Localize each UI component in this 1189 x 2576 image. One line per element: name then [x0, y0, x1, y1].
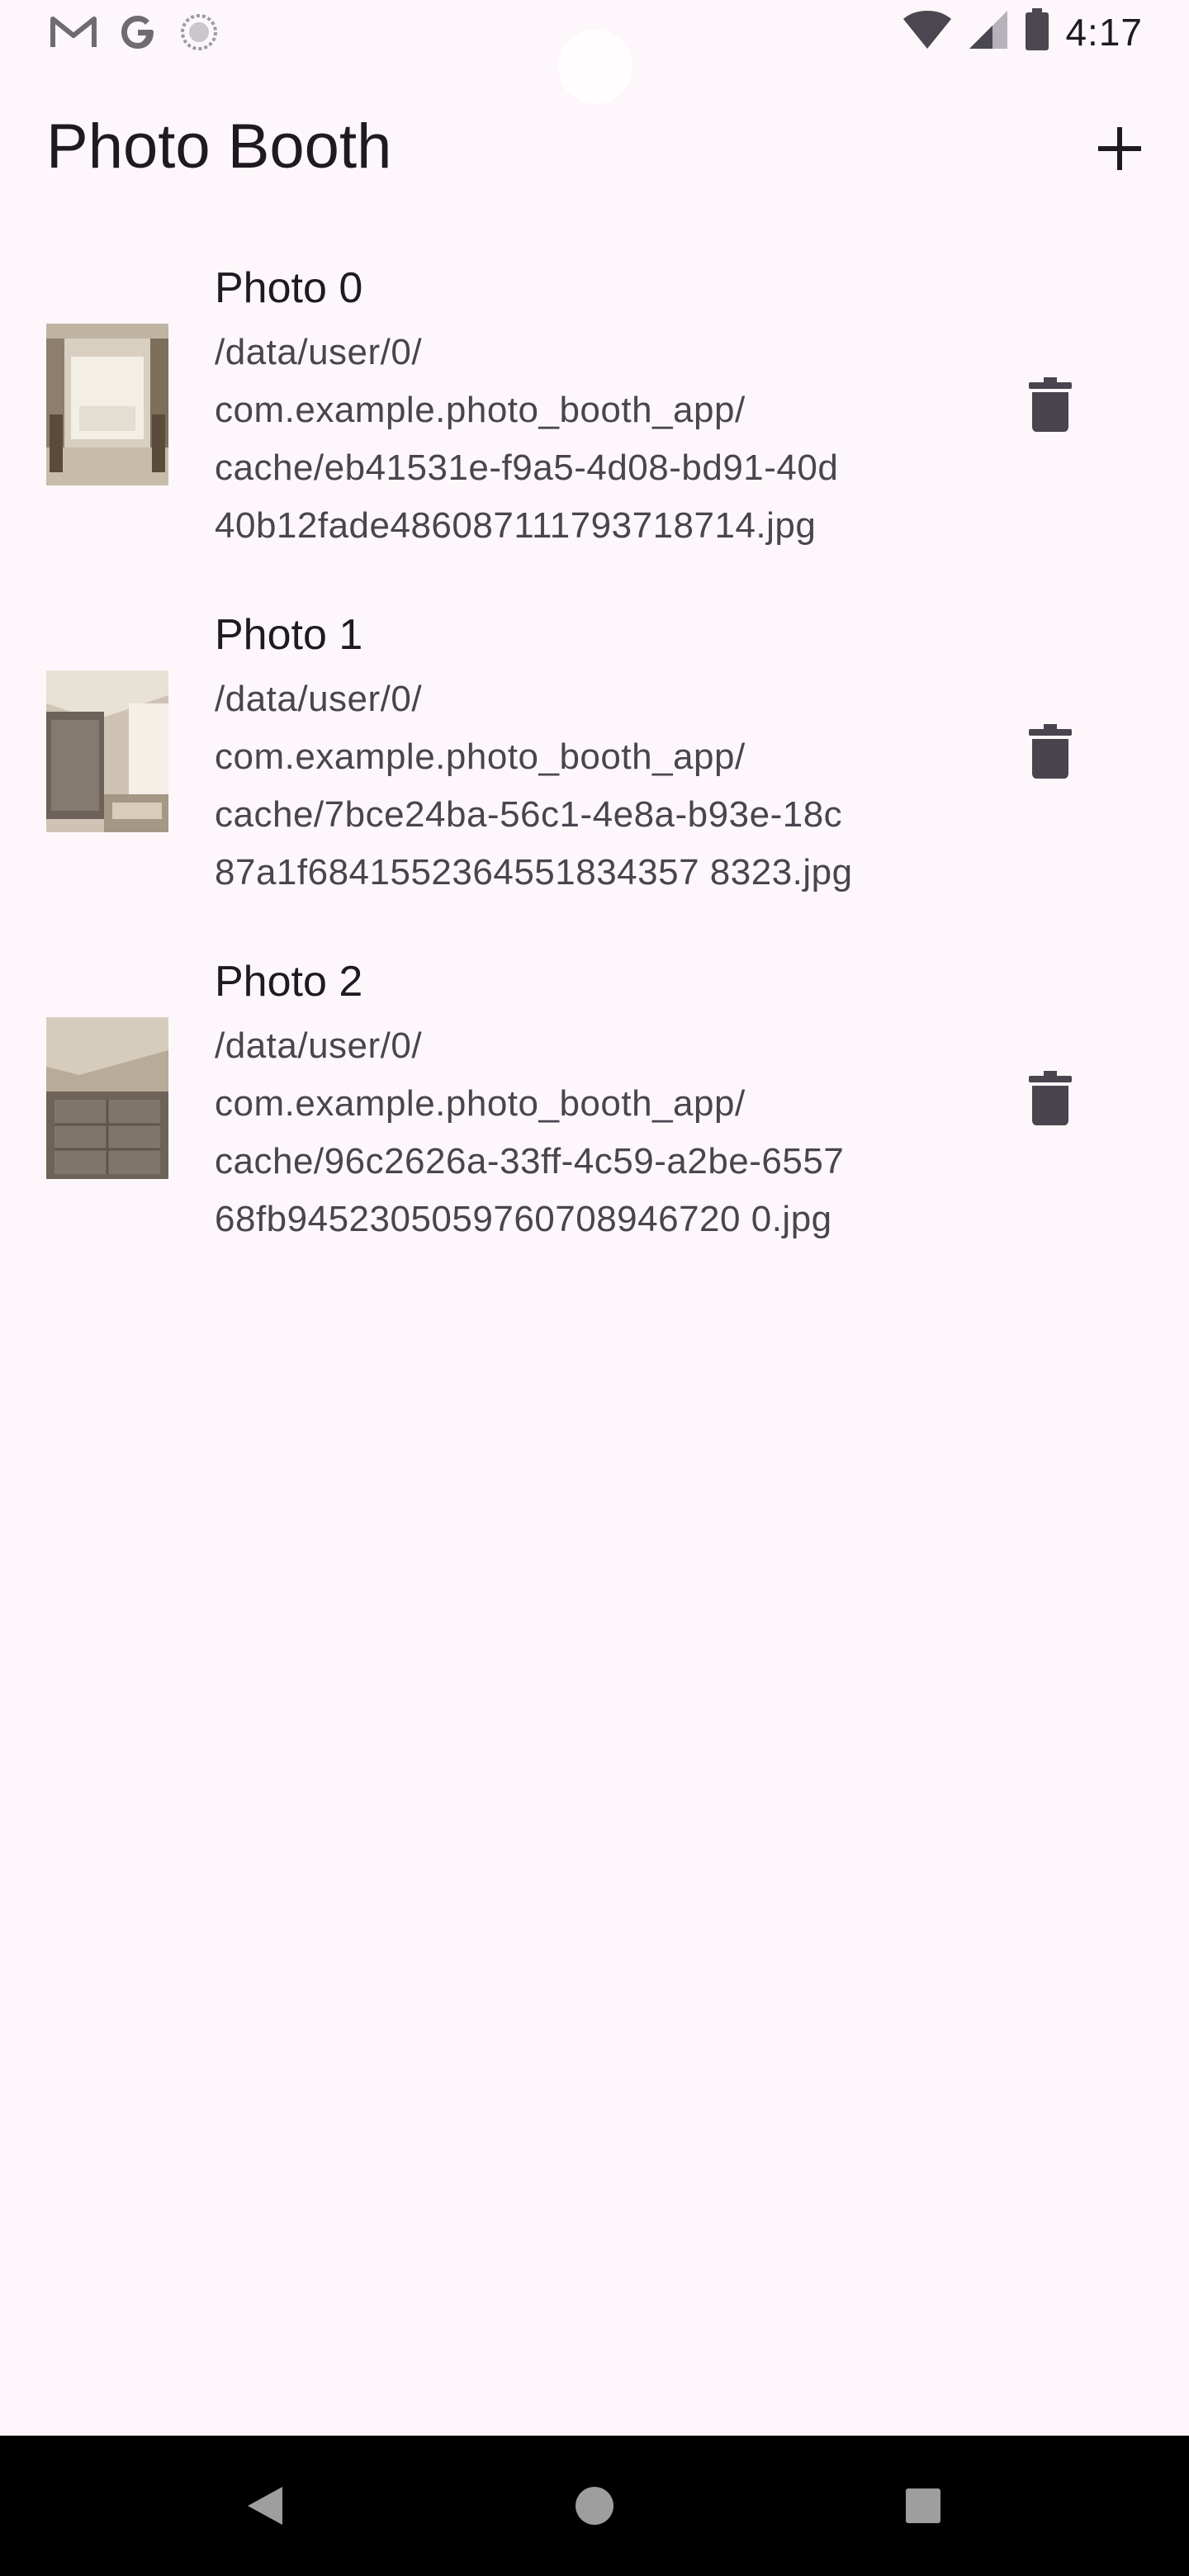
page-title: Photo Booth — [46, 111, 392, 182]
photo-path-line: 68fb9452305059760708946720 0.jpg — [215, 1199, 832, 1239]
list-item[interactable]: Photo 1 /data/user/0/ com.example.photo_… — [0, 594, 1189, 941]
gmail-icon — [50, 14, 97, 54]
app-bar: Photo Booth — [0, 99, 1189, 198]
photo-title: Photo 1 — [215, 611, 363, 659]
photo-title: Photo 2 — [215, 958, 363, 1006]
photo-path-line: /data/user/0/ — [215, 679, 423, 719]
nav-recents-button[interactable] — [894, 2477, 952, 2535]
photo-path-line: /data/user/0/ — [215, 332, 423, 372]
photo-path-line: /data/user/0/ — [215, 1025, 423, 1066]
photo-title: Photo 0 — [215, 264, 363, 312]
sync-circle-icon — [178, 12, 220, 57]
camera-cutout — [558, 30, 632, 104]
photo-thumbnail — [46, 670, 168, 832]
delete-photo-button[interactable] — [1021, 718, 1080, 784]
nav-back-button[interactable] — [236, 2477, 294, 2535]
cell-signal-icon — [968, 9, 1009, 54]
trash-icon — [1029, 1071, 1072, 1125]
status-right-icons: 4:17 — [902, 8, 1143, 55]
back-triangle-icon — [248, 2487, 282, 2525]
photo-path-line: com.example.photo_booth_app/ — [215, 1083, 746, 1124]
delete-photo-button[interactable] — [1021, 1065, 1080, 1131]
photo-path-line: com.example.photo_booth_app/ — [215, 390, 746, 430]
recents-square-icon — [906, 2488, 940, 2523]
status-bar: 4:17 — [0, 0, 1189, 104]
photo-details: Photo 1 /data/user/0/ com.example.photo_… — [215, 604, 958, 902]
photo-path-line: cache/eb41531e-f9a5-4d08-bd91-40d — [215, 447, 839, 488]
google-icon — [117, 12, 159, 57]
photo-path-line: com.example.photo_booth_app/ — [215, 736, 746, 777]
system-nav-bar — [0, 2436, 1189, 2576]
nav-home-button[interactable] — [566, 2477, 623, 2535]
delete-photo-button[interactable] — [1021, 372, 1080, 438]
plus-icon — [1098, 127, 1141, 170]
status-time: 4:17 — [1065, 10, 1143, 54]
photo-details: Photo 2 /data/user/0/ com.example.photo_… — [215, 951, 958, 1248]
photo-thumbnail — [46, 1017, 168, 1179]
photo-path-line: cache/7bce24ba-56c1-4e8a-b93e-18c — [215, 794, 843, 835]
list-item[interactable]: Photo 2 /data/user/0/ com.example.photo_… — [0, 941, 1189, 1288]
status-left-icons — [50, 12, 220, 57]
list-item[interactable]: Photo 0 /data/user/0/ com.example.photo_… — [0, 248, 1189, 594]
battery-icon — [1024, 8, 1050, 55]
home-circle-icon — [576, 2487, 613, 2525]
photo-list: Photo 0 /data/user/0/ com.example.photo_… — [0, 248, 1189, 1288]
photo-details: Photo 0 /data/user/0/ com.example.photo_… — [215, 258, 958, 555]
wifi-icon — [902, 9, 953, 54]
photo-path-line: 40b12fade486087111793718714.jpg — [215, 505, 817, 546]
trash-icon — [1029, 724, 1072, 779]
trash-icon — [1029, 377, 1072, 432]
photo-path-line: 87a1f6841552364551834357 8323.jpg — [215, 852, 853, 893]
add-photo-button[interactable] — [1088, 117, 1151, 180]
photo-thumbnail — [46, 324, 168, 485]
photo-path-line: cache/96c2626a-33ff-4c59-a2be-6557 — [215, 1141, 845, 1181]
